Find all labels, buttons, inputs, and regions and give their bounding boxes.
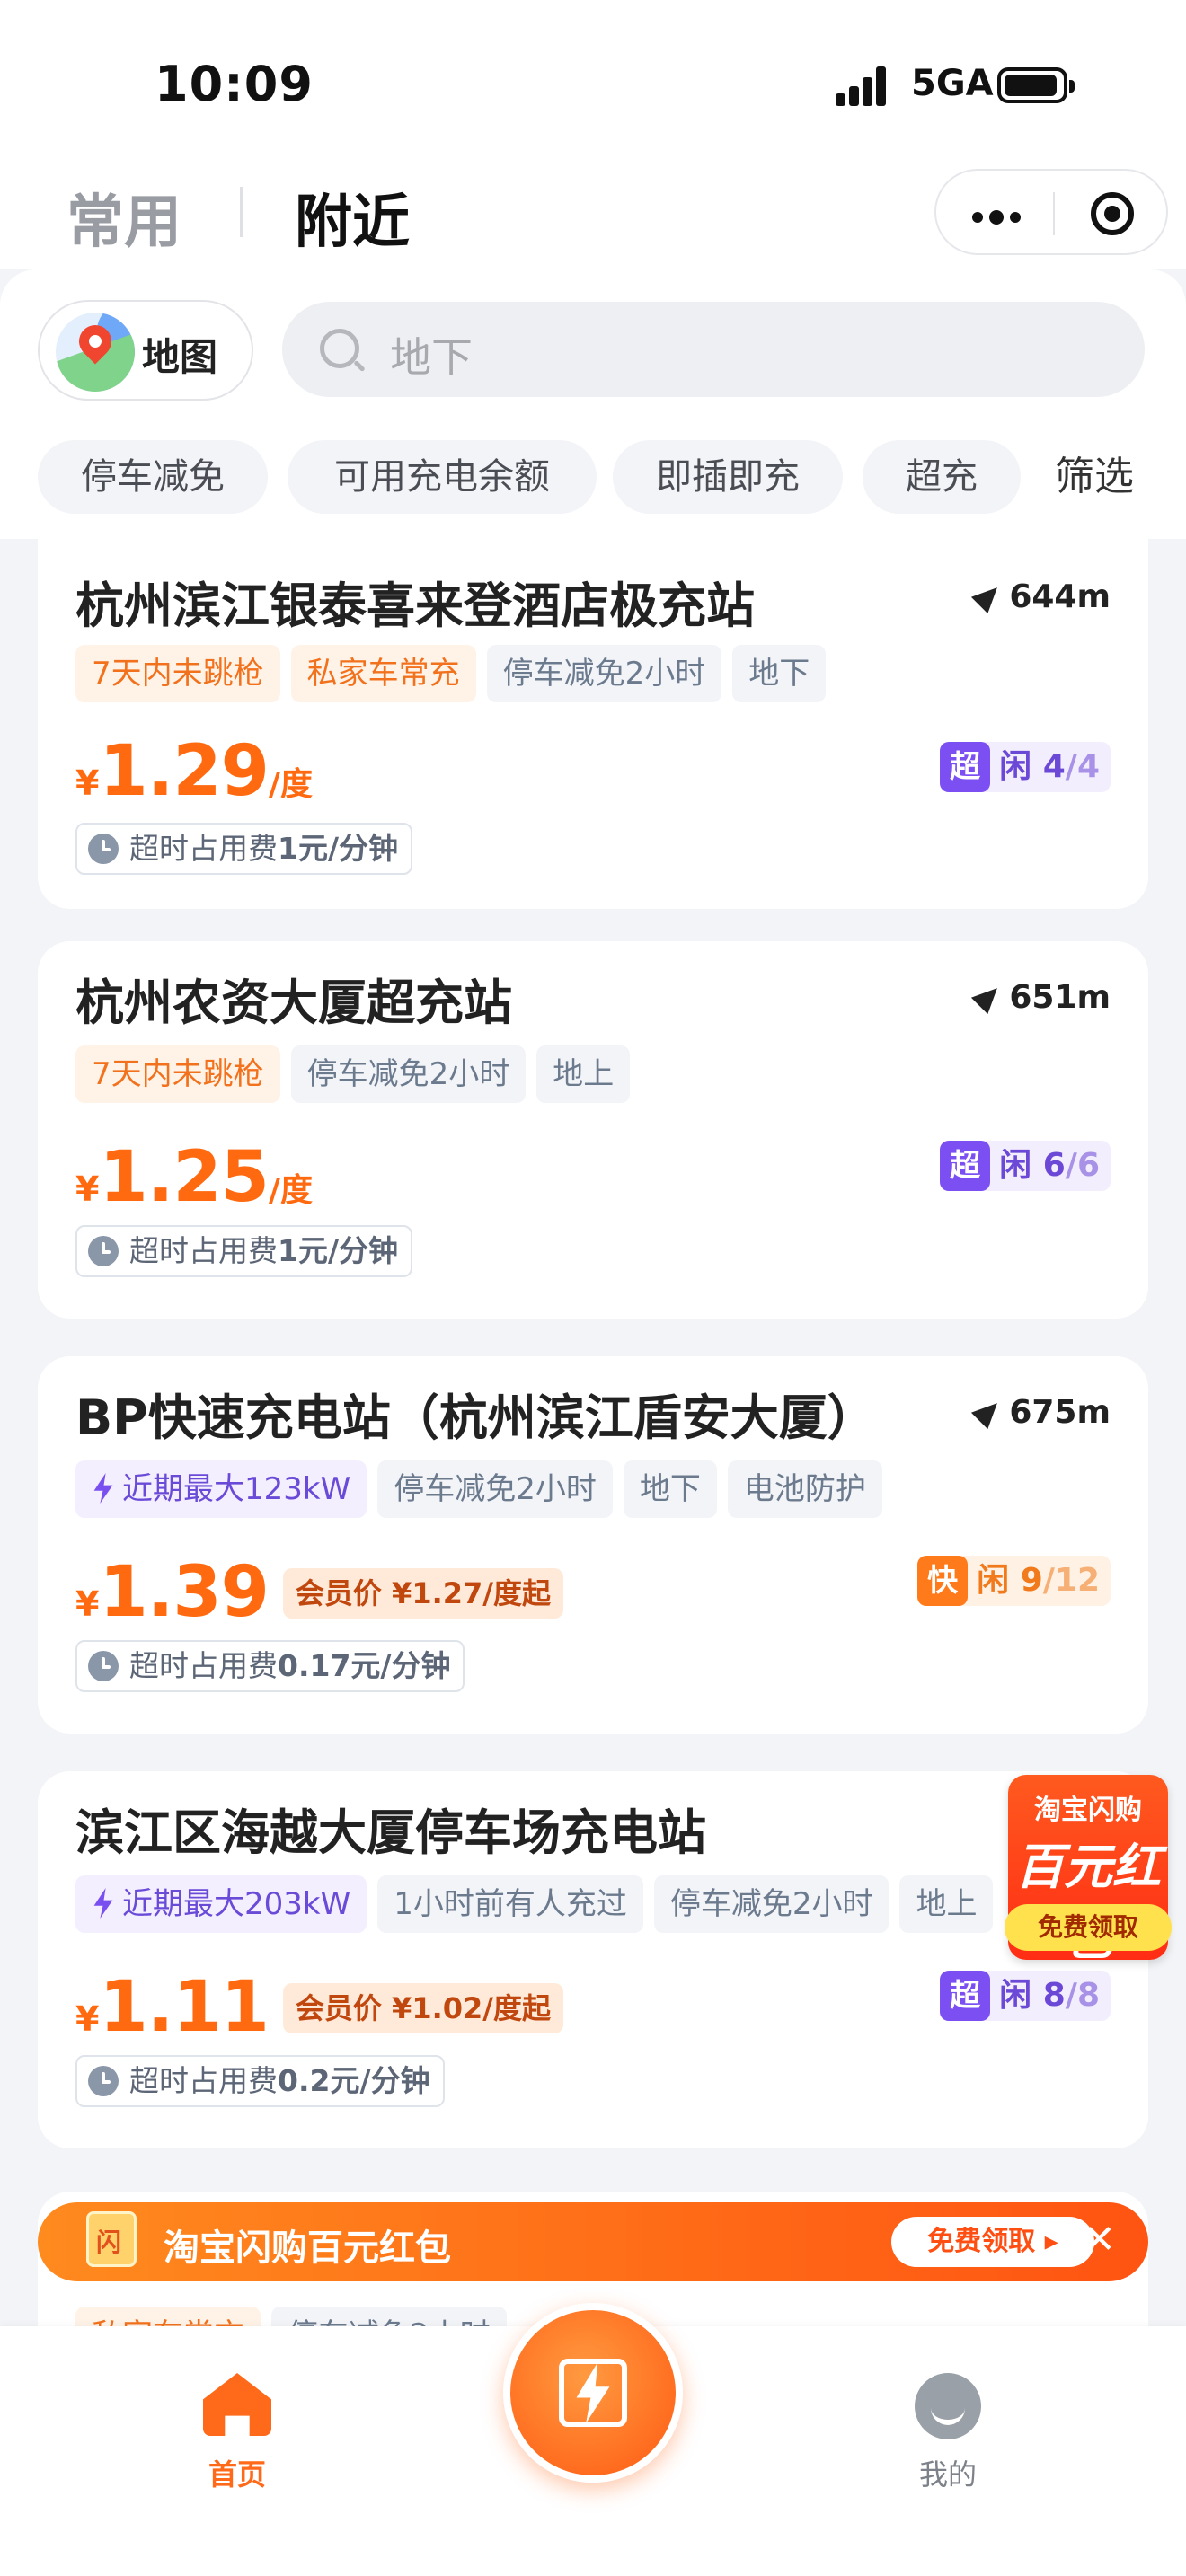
price: ¥1.11 会员价 ¥1.02/度起 [75,1967,563,2048]
availability-badge: 超闲 4/4 [940,742,1111,792]
fast-charge-badge: 快 [917,1556,969,1606]
super-charge-badge: 超 [940,1141,991,1191]
map-button[interactable]: 地图 [38,300,253,401]
overtime-fee: 超时占用费1元/分钟 [75,823,413,875]
member-price: 会员价 ¥1.27/度起 [282,1568,563,1619]
overtime-fee: 超时占用费0.17元/分钟 [75,1640,465,1692]
station-card[interactable]: BP快速充电站（杭州滨江盾安大厦） 675m 近期最大123kW 停车减免2小时地… [38,1356,1148,1734]
station-tag: 停车减免2小时 [377,1460,613,1518]
station-tag: 地上 [536,1045,631,1103]
station-tag: 近期最大123kW [75,1460,367,1518]
filter-chip-plug-and-charge[interactable]: 即插即充 [613,440,843,514]
signal-icon [836,66,900,106]
mini-program-capsule [934,169,1168,255]
clock-icon [88,1651,119,1681]
station-name: 杭州滨江银泰喜来登酒店极充站 [75,578,755,634]
clock-icon [88,834,119,864]
banner-text: 淘宝闪购百元红包 [164,2228,451,2269]
price: ¥1.39 会员价 ¥1.27/度起 [75,1552,563,1633]
availability-badge: 超闲 6/6 [940,1141,1111,1191]
promo-title: 淘宝闪购 [1034,1795,1142,1826]
network-type: 5GA [911,63,994,104]
station-name: BP快速充电站（杭州滨江盾安大厦） [75,1389,876,1446]
station-tag: 停车减免2小时 [290,1045,527,1103]
bolt-icon [93,1473,113,1504]
station-card[interactable]: 杭州滨江银泰喜来登酒店极充站 644m 7天内未跳枪 私家车常充 停车减免2小时 地下… [38,537,1148,909]
close-miniprogram-icon[interactable] [1091,192,1134,235]
station-tag: 电池防护 [727,1460,882,1518]
promo-banner[interactable]: 淘宝闪购百元红包 免费领取 ▸ ✕ [38,2202,1148,2281]
search-icon [320,329,359,368]
station-tag: 地下 [623,1460,717,1518]
overtime-fee: 超时占用费0.2元/分钟 [75,2055,445,2107]
map-icon [56,313,135,392]
price: ¥1.29/度 [75,731,314,812]
navigation-arrow-icon [971,1394,1006,1430]
station-tag: 地上 [899,1875,994,1933]
filter-chip-parking[interactable]: 停车减免 [38,440,268,514]
filter-chip-super[interactable]: 超充 [863,440,1021,514]
station-distance: 644m [971,578,1111,615]
close-icon[interactable]: ✕ [1083,2220,1116,2260]
shopping-bag-icon [86,2211,137,2267]
station-tag: 7天内未跳枪 [75,1045,280,1103]
home-icon[interactable] [203,2373,271,2436]
clock-icon [88,2066,119,2096]
profile-icon[interactable] [915,2373,981,2439]
tab-common[interactable]: 常用 [66,176,181,259]
availability-badge: 超闲 8/8 [940,1971,1111,2021]
station-tag: 停车减免2小时 [653,1875,890,1933]
availability-badge: 快闲 9/12 [917,1556,1111,1606]
banner-claim-button[interactable]: 免费领取 ▸ [891,2217,1094,2267]
promo-claim-button[interactable]: 免费领取 [1005,1904,1172,1951]
overtime-fee: 超时占用费1元/分钟 [75,1225,413,1277]
tab-me-label[interactable]: 我的 [907,2452,988,2493]
station-distance: 675m [971,1394,1111,1431]
promo-float-button[interactable]: 淘宝闪购 百元红包 免费领取 [1005,1775,1172,1966]
station-tag: 1小时前有人充过 [377,1875,643,1933]
filter-button[interactable]: 筛选 [1055,440,1134,514]
station-card[interactable]: 杭州农资大厦超充站 651m 7天内未跳枪 停车减免2小时 地上 ¥1.25/度 超… [38,941,1148,1319]
more-icon[interactable] [972,208,1027,226]
super-charge-badge: 超 [940,742,991,792]
search-input[interactable]: 地下 [282,302,1145,397]
navigation-arrow-icon [971,979,1006,1015]
station-tag: 停车减免2小时 [486,645,722,702]
battery-icon [997,67,1075,103]
filter-chip-balance[interactable]: 可用充电余额 [288,440,597,514]
map-label: 地图 [142,335,218,379]
station-tag: 7天内未跳枪 [75,645,280,702]
scan-charge-button[interactable] [503,2303,683,2483]
station-tag: 地下 [732,645,827,702]
navigation-arrow-icon [971,578,1006,614]
price: ¥1.25/度 [75,1137,314,1218]
tab-divider [240,187,243,237]
status-time: 10:09 [155,56,314,112]
station-card[interactable]: 滨江区海越大厦停车场充电站 近期最大203kW 1小时前有人充过 停车减免2小时 地上… [38,1771,1148,2148]
station-name: 杭州农资大厦超充站 [75,975,512,1031]
super-charge-badge: 超 [940,1971,991,2021]
tab-nearby[interactable]: 附近 [295,176,410,259]
station-name: 滨江区海越大厦停车场充电站 [75,1804,706,1861]
member-price: 会员价 ¥1.02/度起 [282,1983,563,2033]
search-text: 地下 [390,333,473,382]
station-tag: 私家车常充 [290,645,476,702]
station-tag: 近期最大203kW [75,1875,367,1933]
bolt-icon [93,1888,113,1919]
tab-home-label[interactable]: 首页 [203,2452,271,2493]
clock-icon [88,1236,119,1266]
station-distance: 651m [971,979,1111,1016]
